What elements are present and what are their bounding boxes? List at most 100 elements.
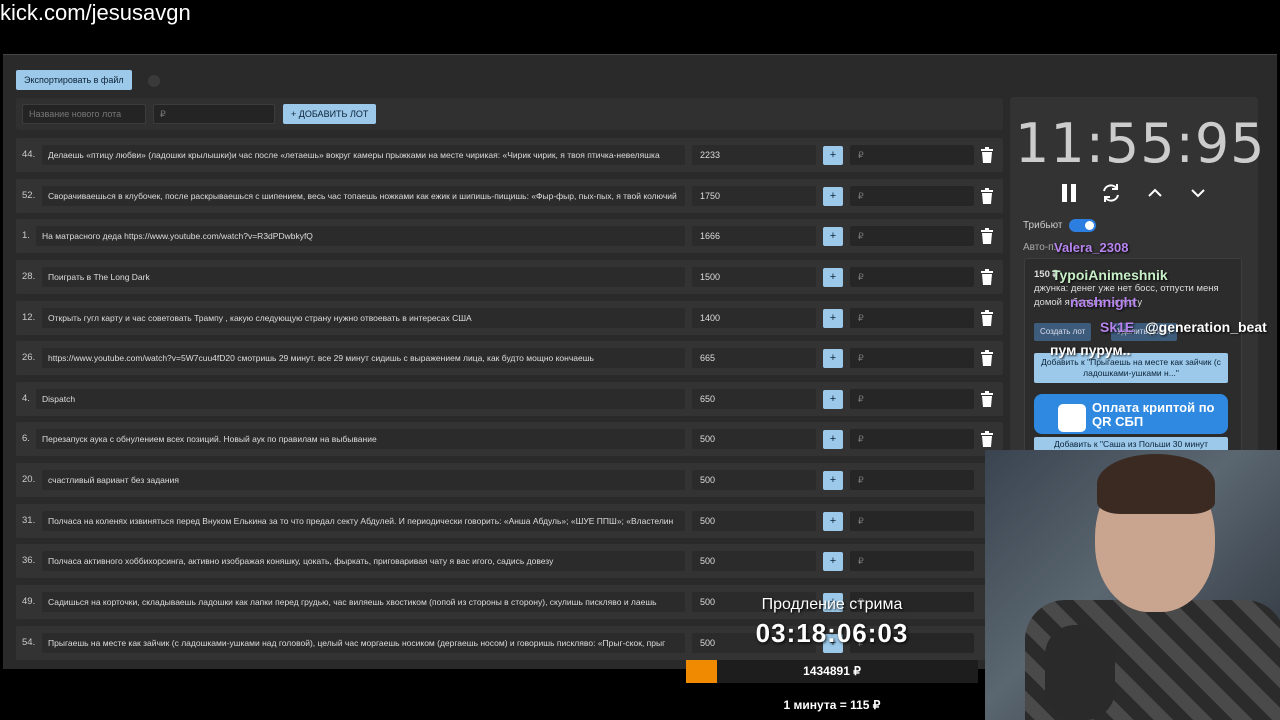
chat-message: @generation_beat — [1145, 319, 1267, 335]
lot-number: 49. — [22, 596, 36, 607]
lot-number: 12. — [22, 312, 36, 323]
lot-name-field[interactable]: Полчаса активного хоббихорсинга, активно… — [42, 551, 685, 571]
lot-row: 20. счастливый вариант без задания 500 +… — [16, 463, 1003, 497]
lot-amount-field[interactable]: 2233 — [692, 145, 816, 165]
lot-number: 44. — [22, 149, 36, 160]
lot-add-amount-input[interactable]: ₽ — [850, 267, 974, 287]
lot-plus-button[interactable]: + — [823, 552, 843, 571]
lot-name-field[interactable]: Прыгаешь на месте как зайчик (с ладошкам… — [42, 633, 685, 653]
lot-name-field[interactable]: https://www.youtube.com/watch?v=5W7cuu4f… — [42, 348, 685, 368]
lot-name-field[interactable]: Dispatch — [36, 389, 685, 409]
extension-total: 1434891 ₽ — [803, 664, 861, 678]
trash-icon[interactable] — [980, 147, 994, 163]
lot-plus-button[interactable]: + — [823, 227, 843, 246]
lot-plus-button[interactable]: + — [823, 146, 843, 165]
lot-name-field[interactable]: Открыть гугл карту и час советовать Трам… — [42, 308, 685, 328]
lot-row: 26. https://www.youtube.com/watch?v=5W7c… — [16, 341, 1003, 375]
lot-add-amount-input[interactable]: ₽ — [850, 145, 974, 165]
lot-row: 28. Поиграть в The Long Dark 1500 + ₽ — [16, 260, 1003, 294]
lot-amount-field[interactable]: 1400 — [692, 308, 816, 328]
trash-icon[interactable] — [980, 391, 994, 407]
lot-plus-button[interactable]: + — [823, 390, 843, 409]
lot-plus-button[interactable]: + — [823, 471, 843, 490]
create-lot-button[interactable]: Создать лот — [1034, 323, 1092, 341]
lot-amount-field[interactable]: 650 — [692, 389, 816, 409]
lot-plus-button[interactable]: + — [823, 309, 843, 328]
lot-row: 52. Сворачиваешься в клубочек, после рас… — [16, 179, 1003, 213]
lot-row: 44. Делаешь «птицу любви» (ладошки крылы… — [16, 138, 1003, 172]
extension-rate: 1 минута = 115 ₽ — [783, 698, 881, 712]
trash-icon[interactable] — [980, 310, 994, 326]
lot-plus-button[interactable]: + — [823, 430, 843, 449]
lot-amount-field[interactable]: 500 — [692, 429, 816, 449]
lot-name-field[interactable]: На матрасного деда https://www.youtube.c… — [36, 226, 685, 246]
export-button[interactable]: Экспортировать в файл — [16, 70, 132, 90]
lot-name-field[interactable]: Полчаса на коленях извиняться перед Внук… — [42, 511, 685, 531]
lot-row: 4. Dispatch 650 + ₽ — [16, 382, 1003, 416]
microphone — [1045, 625, 1115, 720]
lot-amount-field[interactable]: 1750 — [692, 186, 816, 206]
new-lot-name-input[interactable]: Название нового лота — [22, 104, 146, 124]
lot-row: 36. Полчаса активного хоббихорсинга, акт… — [16, 544, 1003, 578]
lot-amount-field[interactable]: 1666 — [692, 226, 816, 246]
lot-amount-field[interactable]: 1500 — [692, 267, 816, 287]
auction-timer: 11:55:95 — [1015, 112, 1266, 175]
lot-add-amount-input[interactable]: ₽ — [850, 226, 974, 246]
chat-username: Valera_2308 — [1054, 240, 1129, 255]
webcam-feed — [985, 450, 1280, 720]
lot-row: 31. Полчаса на коленях извиняться перед … — [16, 504, 1003, 538]
lot-amount-field[interactable]: 665 — [692, 348, 816, 368]
lot-name-field[interactable]: Сворачиваешься в клубочек, после раскрыв… — [42, 186, 685, 206]
lot-add-amount-input[interactable]: ₽ — [850, 551, 974, 571]
reset-icon[interactable] — [1100, 182, 1122, 204]
lot-number: 54. — [22, 637, 36, 648]
trash-icon[interactable] — [980, 269, 994, 285]
trash-icon[interactable] — [980, 350, 994, 366]
lot-number: 36. — [22, 555, 36, 566]
lot-add-amount-input[interactable]: ₽ — [850, 470, 974, 490]
lot-name-field[interactable]: Перезапуск аука с обнулением всех позици… — [36, 429, 685, 449]
lot-name-field[interactable]: Поиграть в The Long Dark — [42, 267, 685, 287]
extension-title: Продление стрима — [761, 596, 903, 613]
lot-name-field[interactable]: Делаешь «птицу любви» (ладошки крылышки)… — [42, 145, 685, 165]
lot-add-amount-input[interactable]: ₽ — [850, 389, 974, 409]
tribute-label: Трибьют — [1023, 220, 1063, 231]
chevron-down-icon[interactable] — [1187, 182, 1209, 204]
lot-number: 6. — [22, 433, 30, 444]
lot-number: 1. — [22, 230, 30, 241]
lot-row: 6. Перезапуск аука с обнулением всех поз… — [16, 422, 1003, 456]
lot-add-amount-input[interactable]: ₽ — [850, 186, 974, 206]
tribute-toggle[interactable] — [1069, 219, 1096, 232]
lot-plus-button[interactable]: + — [823, 268, 843, 287]
lot-amount-field[interactable]: 500 — [692, 511, 816, 531]
lot-add-amount-input[interactable]: ₽ — [850, 348, 974, 368]
pause-icon[interactable] — [1058, 182, 1080, 204]
lot-number: 4. — [22, 393, 30, 404]
lot-number: 26. — [22, 352, 36, 363]
lot-add-amount-input[interactable]: ₽ — [850, 511, 974, 531]
lot-plus-button[interactable]: + — [823, 512, 843, 531]
chat-message: пум пурум.. — [1050, 342, 1131, 358]
lot-amount-field[interactable]: 500 — [692, 551, 816, 571]
lot-amount-field[interactable]: 500 — [692, 470, 816, 490]
trash-icon[interactable] — [980, 188, 994, 204]
lot-row: 1. На матрасного деда https://www.youtub… — [16, 219, 1003, 253]
lot-plus-button[interactable]: + — [823, 349, 843, 368]
extension-timer: 03:18:06:03 — [755, 618, 909, 648]
new-lot-amount-input[interactable]: ₽ — [153, 104, 275, 124]
webcam-hair — [1097, 454, 1215, 514]
status-dot — [148, 75, 160, 87]
trash-icon[interactable] — [980, 228, 994, 244]
lot-row: 12. Открыть гугл карту и час советовать … — [16, 301, 1003, 335]
lot-add-amount-input[interactable]: ₽ — [850, 429, 974, 449]
lot-add-amount-input[interactable]: ₽ — [850, 308, 974, 328]
add-to-lot-hint[interactable]: Добавить к "Саша из Польши 30 минут — [1034, 437, 1228, 451]
lot-name-field[interactable]: Садишься на корточки, складываешь ладошк… — [42, 592, 685, 612]
add-lot-button[interactable]: + ДОБАВИТЬ ЛОТ — [283, 104, 377, 124]
trash-icon[interactable] — [980, 431, 994, 447]
lot-plus-button[interactable]: + — [823, 187, 843, 206]
chat-username: nashnight — [1070, 294, 1137, 310]
chevron-up-icon[interactable] — [1144, 182, 1166, 204]
lot-name-field[interactable]: счастливый вариант без задания — [42, 470, 685, 490]
browser-url: kick.com/jesusavgn — [0, 0, 191, 25]
